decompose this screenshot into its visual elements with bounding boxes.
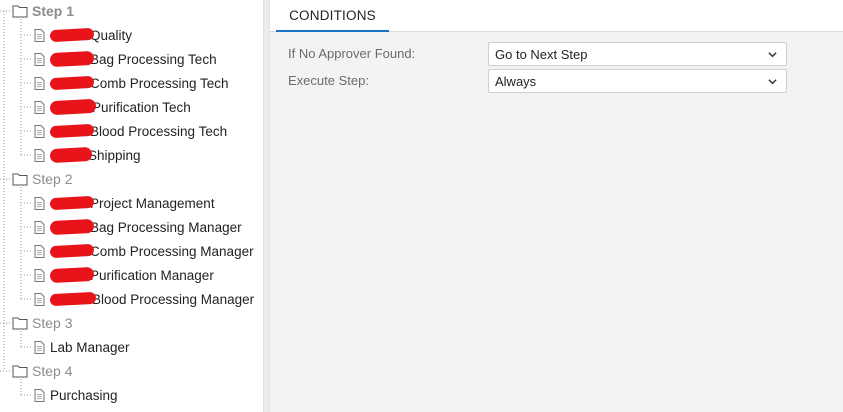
tree-step-1[interactable]: Step 1 [12, 1, 74, 21]
document-icon [34, 76, 45, 90]
if-no-approver-select[interactable]: Go to Next Step [488, 42, 787, 66]
tab-bar: CONDITIONS [270, 0, 843, 32]
folder-icon [12, 5, 28, 18]
tree-item[interactable]: Shipping [34, 145, 141, 165]
tree-item-label: Project Management [90, 195, 215, 211]
redaction-mark [49, 266, 95, 284]
tree-item-label: Purification Manager [90, 267, 214, 283]
redaction-mark [49, 218, 95, 236]
execute-step-value: Always [495, 73, 537, 89]
redaction-mark [49, 50, 95, 68]
tree-item-label: Bag Processing Manager [90, 219, 242, 235]
execute-step-select[interactable]: Always [488, 69, 787, 93]
tree-step-label: Step 3 [32, 315, 73, 331]
document-icon [34, 148, 45, 162]
tree-step-2[interactable]: Step 2 [12, 169, 72, 189]
tree-item[interactable]: Purchasing [34, 385, 118, 405]
execute-step-row: Execute Step: Always [270, 69, 843, 93]
tree-item[interactable]: Purification Manager [34, 265, 214, 285]
tree-step-label: Step 1 [32, 3, 75, 19]
if-no-approver-label: If No Approver Found: [288, 46, 416, 61]
tree-item-label: Comb Processing Tech [90, 75, 229, 91]
redaction-mark [49, 75, 95, 91]
tab-conditions[interactable]: CONDITIONS [276, 0, 389, 32]
folder-icon [12, 173, 28, 186]
redaction-mark [49, 146, 93, 164]
tree-item-label: Lab Manager [50, 339, 130, 355]
tree-item-label: Quality [90, 27, 133, 43]
tree-item[interactable]: Bag Processing Manager [34, 217, 242, 237]
redaction-mark [49, 243, 95, 259]
tree-item[interactable]: Comb Processing Tech [34, 73, 229, 93]
tree-item[interactable]: Lab Manager [34, 337, 130, 357]
document-icon [34, 340, 45, 354]
redaction-mark [49, 291, 97, 307]
tree-item-label: Shipping [88, 147, 141, 163]
document-icon [34, 388, 45, 402]
document-icon [34, 196, 45, 210]
tree-item-label: Comb Processing Manager [90, 243, 254, 259]
document-icon [34, 292, 45, 306]
if-no-approver-row: If No Approver Found: Go to Next Step [270, 42, 843, 66]
tree-item-label: Purification Tech [92, 99, 191, 115]
tree-step-label: Step 2 [32, 171, 73, 187]
tree-item[interactable]: Project Management [34, 193, 215, 213]
document-icon [34, 268, 45, 282]
if-no-approver-value: Go to Next Step [495, 46, 588, 62]
tree-step-3[interactable]: Step 3 [12, 313, 72, 333]
tree-item[interactable]: Blood Processing Manager [34, 289, 254, 309]
tree-item-label: Bag Processing Tech [90, 51, 217, 67]
redaction-mark [49, 98, 97, 116]
folder-icon [12, 317, 28, 330]
tree-item-label: Blood Processing Manager [92, 291, 255, 307]
redaction-mark [49, 123, 95, 139]
document-icon [34, 52, 45, 66]
redaction-mark [49, 27, 95, 43]
tree-item[interactable]: Quality [34, 25, 132, 45]
document-icon [34, 124, 45, 138]
tree-item[interactable]: Blood Processing Tech [34, 121, 227, 141]
document-icon [34, 100, 45, 114]
document-icon [34, 220, 45, 234]
tree-step-label: Step 4 [32, 363, 73, 379]
tree-item-label: Purchasing [50, 387, 118, 403]
tree-step-4[interactable]: Step 4 [12, 361, 72, 381]
document-icon [34, 28, 45, 42]
conditions-panel: CONDITIONS If No Approver Found: Go to N… [270, 0, 843, 412]
approval-tree: Step 1 Quality Bag Processing Tech Comb Pro… [0, 0, 263, 412]
chevron-down-icon [768, 79, 777, 85]
tree-item[interactable]: Purification Tech [34, 97, 191, 117]
document-icon [34, 244, 45, 258]
folder-icon [12, 365, 28, 378]
panel-splitter[interactable] [263, 0, 270, 412]
execute-step-label: Execute Step: [288, 73, 369, 88]
tree-item[interactable]: Comb Processing Manager [34, 241, 254, 261]
chevron-down-icon [768, 52, 777, 58]
tree-item[interactable]: Bag Processing Tech [34, 49, 217, 69]
tree-item-label: Blood Processing Tech [90, 123, 228, 139]
redaction-mark [49, 195, 95, 211]
